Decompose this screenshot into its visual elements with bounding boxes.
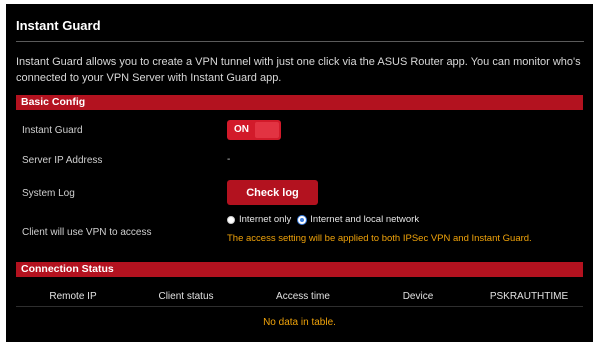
radio-internet-local-label[interactable]: Internet and local network	[310, 214, 419, 225]
instant-guard-panel: Instant Guard Instant Guard allows you t…	[6, 4, 593, 342]
toggle-knob	[255, 122, 279, 138]
instant-guard-label: Instant Guard	[22, 125, 83, 136]
column-remote-ip: Remote IP	[49, 291, 97, 302]
page-description: Instant Guard allows you to create a VPN…	[16, 56, 581, 84]
column-client-status: Client status	[158, 291, 214, 302]
server-ip-label: Server IP Address	[22, 155, 103, 166]
table-divider	[16, 306, 583, 307]
instant-guard-toggle[interactable]: ON	[227, 120, 281, 140]
access-note: The access setting will be applied to bo…	[227, 233, 532, 244]
client-access-label: Client will use VPN to access	[22, 227, 152, 238]
title-divider	[16, 41, 584, 42]
client-access-radio-group: Internet only Internet and local network	[227, 214, 426, 225]
radio-internet-local[interactable]	[298, 215, 307, 224]
radio-internet-only[interactable]	[227, 215, 235, 224]
server-ip-value: -	[227, 154, 231, 165]
basic-config-header: Basic Config	[16, 95, 583, 110]
column-pskrauthtime: PSKRAUTHTIME	[489, 291, 569, 302]
radio-internet-only-label[interactable]: Internet only	[239, 214, 291, 225]
column-access-time: Access time	[276, 291, 330, 302]
column-device: Device	[402, 291, 434, 302]
empty-table-message: No data in table.	[263, 317, 336, 328]
check-log-button[interactable]: Check log	[227, 180, 318, 205]
system-log-label: System Log	[22, 188, 75, 199]
connection-status-header: Connection Status	[16, 262, 583, 277]
toggle-on-label: ON	[234, 124, 249, 135]
page-title: Instant Guard	[16, 18, 101, 33]
